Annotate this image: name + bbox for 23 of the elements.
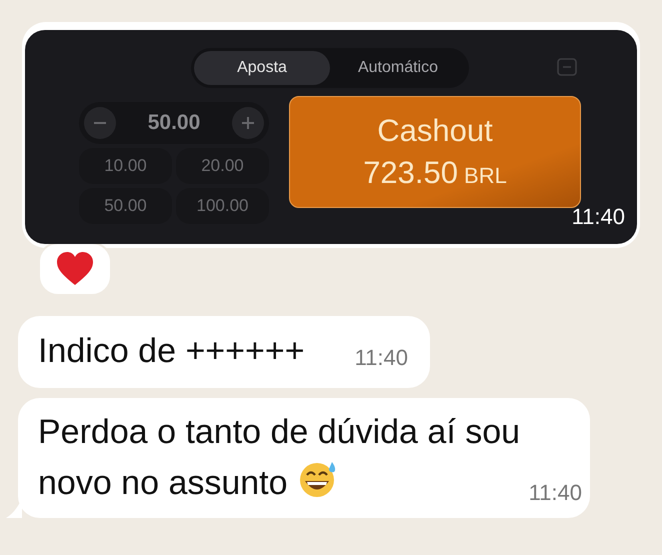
increase-button[interactable] — [232, 107, 264, 139]
message-time: 11:40 — [354, 345, 408, 371]
reaction-bubble[interactable] — [38, 242, 112, 296]
message-time: 11:40 — [528, 480, 582, 506]
message-text: Perdoa o tanto de dúvida aí sou novo no assunto — [38, 413, 520, 502]
preset-button[interactable]: 20.00 — [176, 148, 269, 184]
bet-stepper[interactable]: 50.00 — [79, 102, 269, 144]
decrease-button[interactable] — [84, 107, 116, 139]
heart-icon — [56, 252, 94, 286]
cashout-button[interactable]: Cashout 723.50 BRL — [289, 96, 581, 208]
bet-amount: 50.00 — [148, 111, 200, 135]
cashout-label: Cashout — [377, 113, 493, 149]
currency: BRL — [464, 163, 507, 189]
mode-tab[interactable]: Aposta — [194, 51, 330, 85]
preset-button[interactable]: 50.00 — [79, 188, 172, 224]
preset-button[interactable]: 100.00 — [176, 188, 269, 224]
plus-icon — [242, 117, 254, 129]
cashout-amount: 723.50 — [363, 155, 458, 191]
mode-tab[interactable]: Automático — [330, 51, 466, 85]
preset-button[interactable]: 10.00 — [79, 148, 172, 184]
image-message[interactable]: Aposta Automático 50.00 10.00 20.00 50.00 100.00 Cashout 723.50 BRL 11:40 — [22, 22, 640, 248]
minus-icon — [94, 122, 106, 124]
message-text: Indico de ++++++ — [38, 331, 305, 372]
